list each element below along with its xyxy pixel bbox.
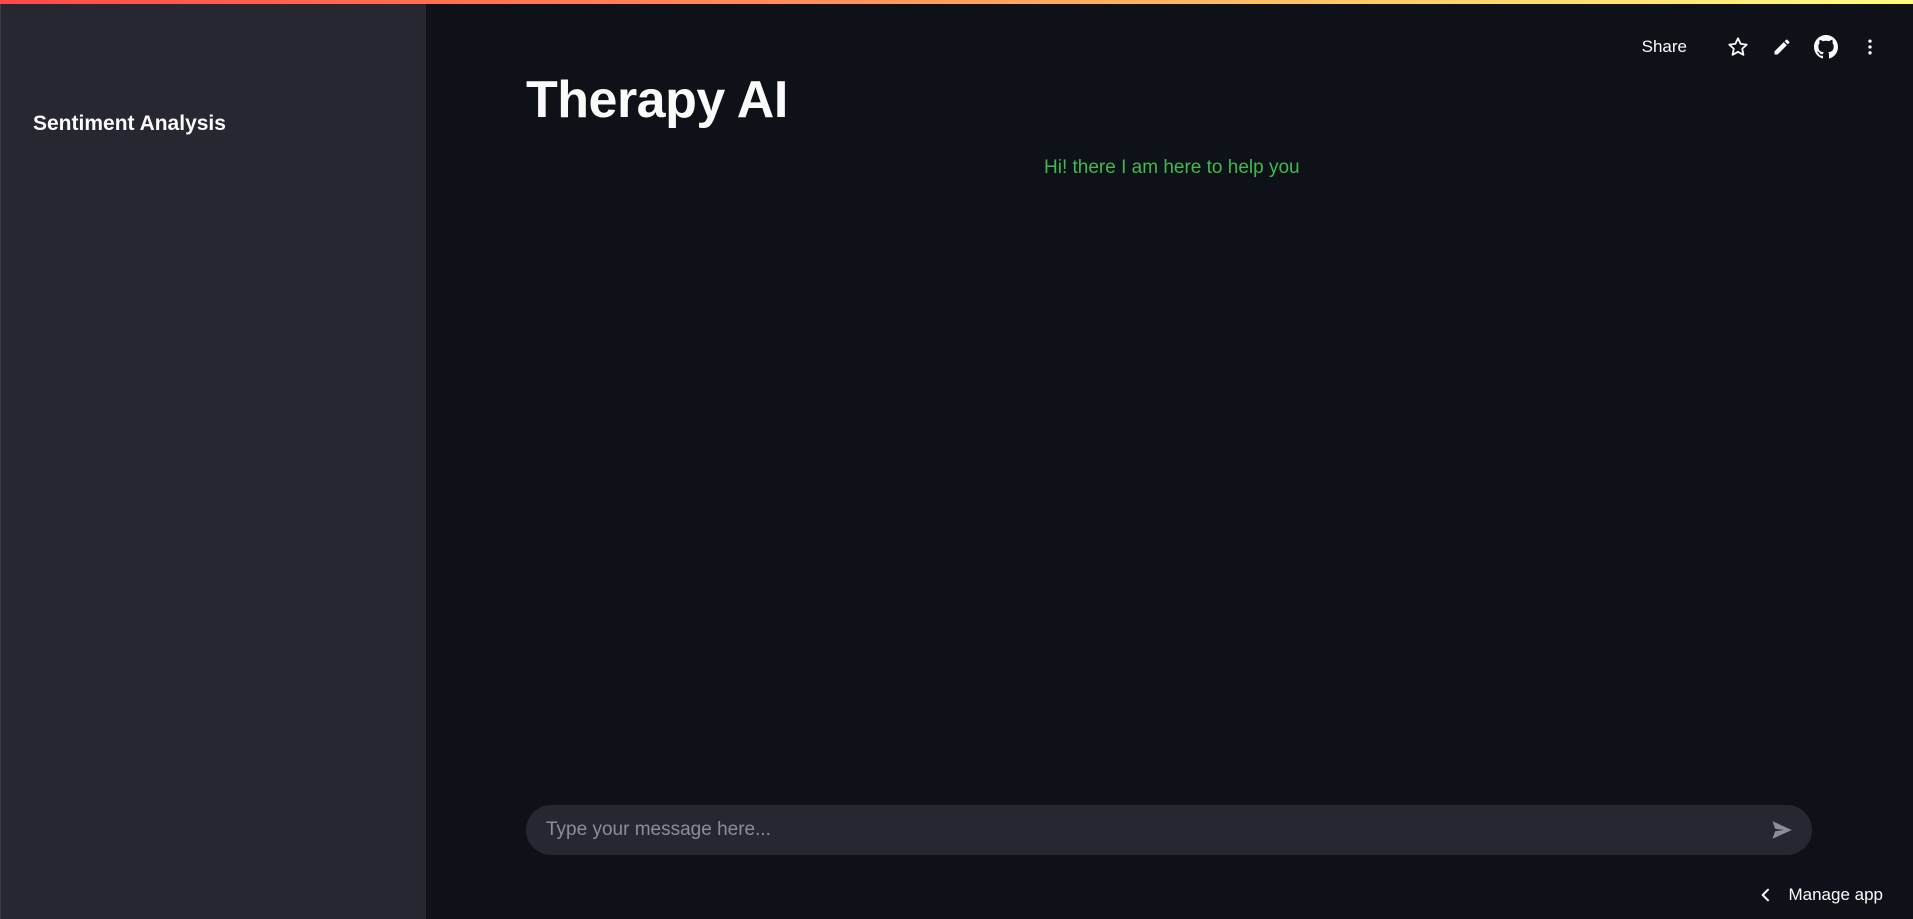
share-button[interactable]: Share xyxy=(1642,37,1687,57)
chat-input-container xyxy=(526,805,1812,855)
top-decoration-bar xyxy=(0,0,1913,4)
send-icon[interactable] xyxy=(1766,814,1798,846)
star-icon[interactable] xyxy=(1723,32,1753,62)
header-toolbar: Share xyxy=(1642,32,1885,62)
page-title: Therapy AI xyxy=(526,71,788,129)
manage-app-label: Manage app xyxy=(1788,885,1883,904)
pencil-icon[interactable] xyxy=(1767,32,1797,62)
chevron-left-icon xyxy=(1762,888,1770,902)
chat-message-input[interactable] xyxy=(546,819,1766,841)
sidebar-title: Sentiment Analysis xyxy=(33,112,226,135)
greeting-message: Hi! there I am here to help you xyxy=(1044,157,1300,178)
sidebar: Sentiment Analysis xyxy=(0,0,426,919)
manage-app-button[interactable]: Manage app xyxy=(1758,881,1883,909)
main-content: Share xyxy=(426,0,1913,919)
github-icon[interactable] xyxy=(1811,32,1841,62)
more-vertical-icon[interactable] xyxy=(1855,32,1885,62)
app-root: Sentiment Analysis Share Therapy AI Hi! … xyxy=(0,0,1913,919)
